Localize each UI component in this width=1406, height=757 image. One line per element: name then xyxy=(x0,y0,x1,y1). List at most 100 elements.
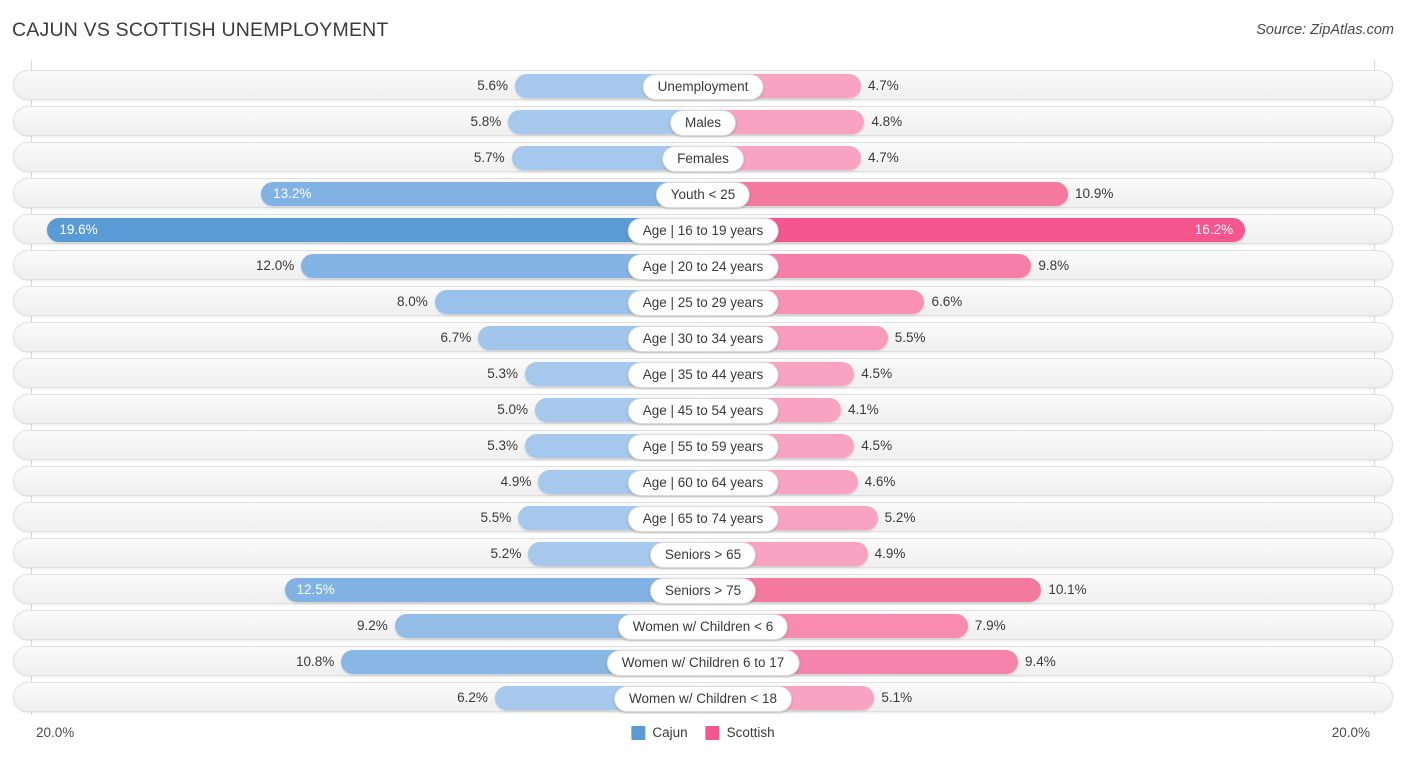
row-category-label: Females xyxy=(662,146,744,172)
row-category-label: Age | 65 to 74 years xyxy=(627,506,779,532)
legend-item[interactable]: Cajun xyxy=(631,725,688,740)
table-row[interactable]: 5.7% 4.7% Females xyxy=(13,142,1393,172)
cajun-bar[interactable]: 13.2% xyxy=(261,182,702,206)
cajun-value-label: 5.0% xyxy=(497,402,528,417)
cajun-value-label: 6.2% xyxy=(457,690,488,705)
row-category-label: Seniors > 65 xyxy=(649,542,757,568)
cajun-bar[interactable]: 12.5% xyxy=(284,578,702,602)
cajun-value-label: 5.3% xyxy=(487,366,518,381)
cajun-value-label: 12.5% xyxy=(296,582,335,597)
cajun-bar[interactable]: 19.6% xyxy=(47,218,702,242)
cajun-bar-track: 5.8% xyxy=(14,110,702,134)
scottish-value-label: 10.9% xyxy=(1075,186,1114,201)
scottish-bar-track: 9.8% xyxy=(704,254,1392,278)
cajun-bar-track: 9.2% xyxy=(14,614,702,638)
table-row[interactable]: 5.0% 4.1% Age | 45 to 54 years xyxy=(13,394,1393,424)
cajun-bar-track: 19.6% xyxy=(14,218,702,242)
scottish-bar-track: 4.5% xyxy=(704,434,1392,458)
cajun-bar-track: 10.8% xyxy=(14,650,702,674)
table-row[interactable]: 5.2% 4.9% Seniors > 65 xyxy=(13,538,1393,568)
scottish-value-label: 7.9% xyxy=(974,618,1006,633)
row-category-label: Age | 60 to 64 years xyxy=(627,470,779,496)
cajun-value-label: 5.7% xyxy=(473,150,505,165)
row-category-label: Males xyxy=(669,110,737,136)
cajun-bar-track: 5.3% xyxy=(14,434,702,458)
table-row[interactable]: 12.0% 9.8% Age | 20 to 24 years xyxy=(13,250,1393,280)
table-row[interactable]: 13.2% 10.9% Youth < 25 xyxy=(13,178,1393,208)
cajun-bar-track: 13.2% xyxy=(14,182,702,206)
scottish-bar-track: 4.5% xyxy=(704,362,1392,386)
scottish-value-label: 4.7% xyxy=(867,150,899,165)
row-category-label: Youth < 25 xyxy=(655,182,751,208)
cajun-bar-track: 4.9% xyxy=(14,470,702,494)
cajun-value-label: 4.9% xyxy=(500,474,532,489)
scottish-value-label: 4.9% xyxy=(874,546,906,561)
table-row[interactable]: 5.3% 4.5% Age | 55 to 59 years xyxy=(13,430,1393,460)
row-category-label: Age | 35 to 44 years xyxy=(627,362,779,388)
scottish-value-label: 6.6% xyxy=(931,294,963,309)
table-row[interactable]: 12.5% 10.1% Seniors > 75 xyxy=(13,574,1393,604)
scottish-bar-track: 4.1% xyxy=(704,398,1392,422)
scottish-bar-track: 9.4% xyxy=(704,650,1392,674)
cajun-bar-track: 5.7% xyxy=(14,146,702,170)
scottish-bar-track: 7.9% xyxy=(704,614,1392,638)
cajun-bar-track: 5.5% xyxy=(14,506,702,530)
cajun-bar-track: 5.6% xyxy=(14,74,702,98)
row-category-label: Unemployment xyxy=(642,74,764,100)
scottish-value-label: 16.2% xyxy=(1194,222,1234,237)
scottish-bar-track: 4.6% xyxy=(704,470,1392,494)
table-row[interactable]: 10.8% 9.4% Women w/ Children 6 to 17 xyxy=(13,646,1393,676)
row-category-label: Seniors > 75 xyxy=(649,578,757,604)
scottish-bar[interactable]: 16.2% xyxy=(704,218,1246,242)
scottish-bar-track: 4.8% xyxy=(704,110,1392,134)
table-row[interactable]: 8.0% 6.6% Age | 25 to 29 years xyxy=(13,286,1393,316)
table-row[interactable]: 5.8% 4.8% Males xyxy=(13,106,1393,136)
scottish-bar-track: 4.7% xyxy=(704,146,1392,170)
cajun-value-label: 5.8% xyxy=(470,114,502,129)
chart-plot-area: 5.6% 4.7% Unemployment 5.8% 4.8% Males 5.7% 4.7… xyxy=(0,60,1406,715)
cajun-value-label: 12.0% xyxy=(255,258,295,273)
scottish-value-label: 4.5% xyxy=(861,366,893,381)
row-category-label: Age | 16 to 19 years xyxy=(627,218,779,244)
cajun-bar-track: 12.5% xyxy=(14,578,702,602)
row-category-label: Women w/ Children < 6 xyxy=(617,614,789,640)
cajun-value-label: 10.8% xyxy=(296,654,335,669)
cajun-bar-track: 5.2% xyxy=(14,542,702,566)
row-category-label: Age | 30 to 34 years xyxy=(627,326,779,352)
legend-item[interactable]: Scottish xyxy=(705,725,775,740)
table-row[interactable]: 9.2% 7.9% Women w/ Children < 6 xyxy=(13,610,1393,640)
scottish-value-label: 4.6% xyxy=(864,474,896,489)
scottish-bar[interactable] xyxy=(704,182,1069,206)
table-row[interactable]: 4.9% 4.6% Age | 60 to 64 years xyxy=(13,466,1393,496)
cajun-value-label: 5.2% xyxy=(490,546,522,561)
table-row[interactable]: 19.6% 16.2% Age | 16 to 19 years xyxy=(13,214,1393,244)
row-category-label: Age | 55 to 59 years xyxy=(627,434,779,460)
table-row[interactable]: 5.6% 4.7% Unemployment xyxy=(13,70,1393,100)
cajun-value-label: 6.7% xyxy=(440,330,472,345)
cajun-value-label: 5.6% xyxy=(477,78,508,93)
legend-label: Scottish xyxy=(726,725,775,740)
scottish-bar-track: 10.9% xyxy=(704,182,1392,206)
scottish-value-label: 4.8% xyxy=(871,114,903,129)
cajun-value-label: 5.3% xyxy=(487,438,518,453)
cajun-value-label: 19.6% xyxy=(59,222,98,237)
axis-max-right: 20.0% xyxy=(1331,725,1370,740)
chart-footer: 20.0% 20.0% Cajun Scottish xyxy=(0,715,1406,757)
table-row[interactable]: 6.7% 5.5% Age | 30 to 34 years xyxy=(13,322,1393,352)
cajun-bar-track: 6.7% xyxy=(14,326,702,350)
row-category-label: Women w/ Children < 18 xyxy=(614,686,792,712)
table-row[interactable]: 5.3% 4.5% Age | 35 to 44 years xyxy=(13,358,1393,388)
scottish-value-label: 10.1% xyxy=(1048,582,1087,597)
chart-rows: 5.6% 4.7% Unemployment 5.8% 4.8% Males 5.7% 4.7… xyxy=(0,60,1406,715)
scottish-bar-track: 16.2% xyxy=(704,218,1392,242)
scottish-bar-track: 5.2% xyxy=(704,506,1392,530)
chart-legend: Cajun Scottish xyxy=(631,725,775,740)
scottish-value-label: 9.8% xyxy=(1038,258,1070,273)
cajun-bar-track: 6.2% xyxy=(14,686,702,710)
scottish-value-label: 5.5% xyxy=(894,330,926,345)
legend-label: Cajun xyxy=(652,725,688,740)
table-row[interactable]: 5.5% 5.2% Age | 65 to 74 years xyxy=(13,502,1393,532)
cajun-value-label: 8.0% xyxy=(397,294,428,309)
row-category-label: Age | 25 to 29 years xyxy=(627,290,779,316)
table-row[interactable]: 6.2% 5.1% Women w/ Children < 18 xyxy=(13,682,1393,712)
